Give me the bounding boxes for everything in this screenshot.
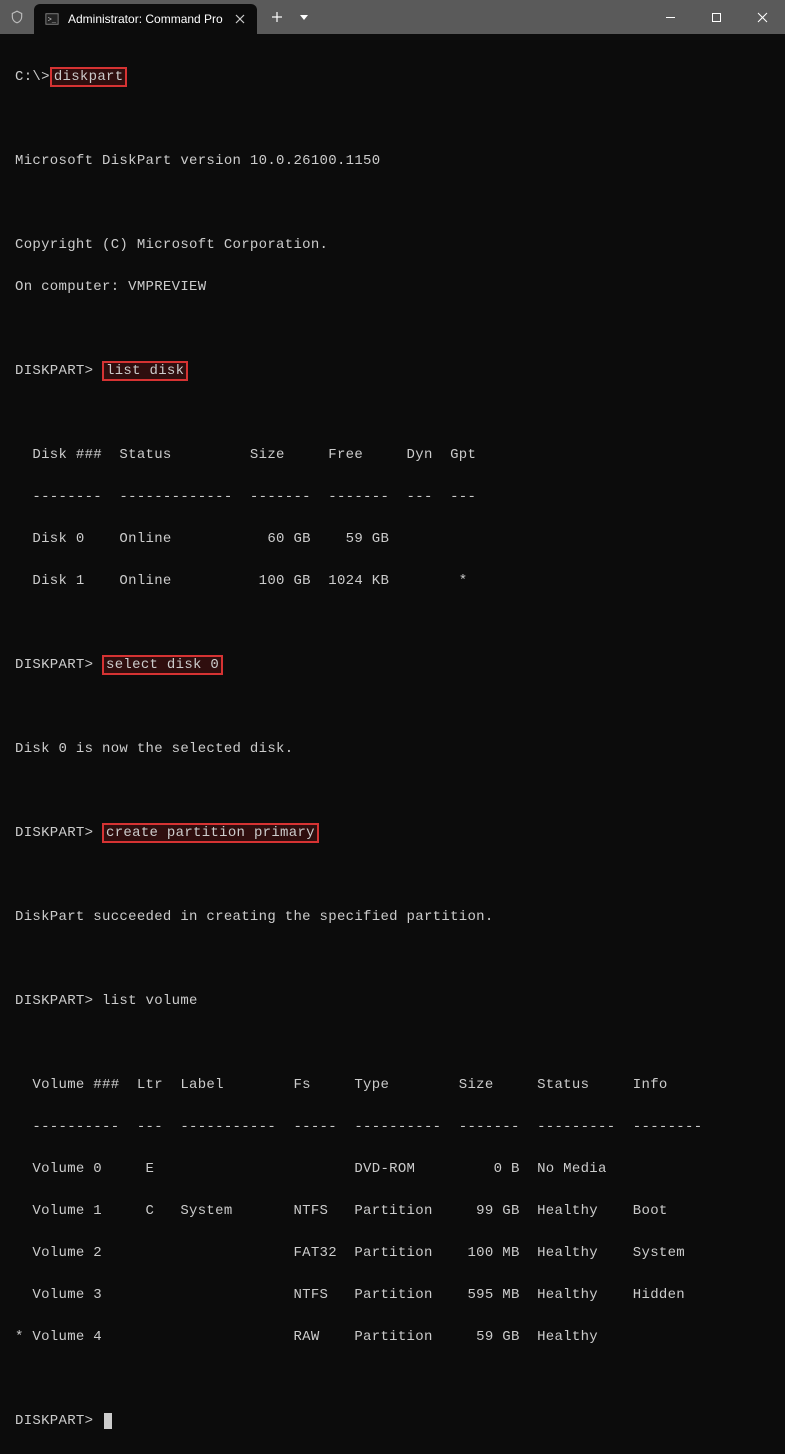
disk-row-0: Disk 0 Online 60 GB 59 GB	[15, 529, 770, 550]
blank	[15, 1033, 770, 1054]
cmd-createpartition-highlight: create partition primary	[102, 823, 319, 843]
cmd-diskpart-highlight: diskpart	[50, 67, 128, 87]
terminal-output[interactable]: C:\>diskpart Microsoft DiskPart version …	[0, 34, 785, 1454]
line-listdisk: DISKPART> list disk	[15, 361, 770, 382]
vol-row-1: Volume 1 C System NTFS Partition 99 GB H…	[15, 1201, 770, 1222]
line-createpart: DISKPART> create partition primary	[15, 823, 770, 844]
svg-text:>_: >_	[48, 17, 57, 25]
blank	[15, 403, 770, 424]
maximize-button[interactable]	[693, 0, 739, 34]
blank	[15, 613, 770, 634]
vol-row-2: Volume 2 FAT32 Partition 100 MB Healthy …	[15, 1243, 770, 1264]
window-controls	[647, 0, 785, 34]
blank	[15, 697, 770, 718]
tab-close-icon[interactable]	[231, 10, 249, 28]
tab-active[interactable]: >_ Administrator: Command Pro	[34, 4, 257, 34]
cmd-icon: >_	[44, 11, 60, 27]
tab-title: Administrator: Command Pro	[68, 12, 223, 26]
tab-dropdown-icon[interactable]	[291, 3, 317, 31]
cmd-listdisk-highlight: list disk	[102, 361, 188, 381]
line-copyright: Copyright (C) Microsoft Corporation.	[15, 235, 770, 256]
vol-row-4: * Volume 4 RAW Partition 59 GB Healthy	[15, 1327, 770, 1348]
vol-header: Volume ### Ltr Label Fs Type Size Status…	[15, 1075, 770, 1096]
disk-header: Disk ### Status Size Free Dyn Gpt	[15, 445, 770, 466]
line-prompt1: C:\>diskpart	[15, 67, 770, 88]
vol-divider: ---------- --- ----------- ----- -------…	[15, 1117, 770, 1138]
disk-divider: -------- ------------- ------- ------- -…	[15, 487, 770, 508]
blank	[15, 1369, 770, 1390]
line-selectdisk: DISKPART> select disk 0	[15, 655, 770, 676]
vol-row-0: Volume 0 E DVD-ROM 0 B No Media	[15, 1159, 770, 1180]
blank	[15, 865, 770, 886]
line-listvolume: DISKPART> list volume	[15, 991, 770, 1012]
close-button[interactable]	[739, 0, 785, 34]
line-created-msg: DiskPart succeeded in creating the speci…	[15, 907, 770, 928]
blank	[15, 109, 770, 130]
blank	[15, 319, 770, 340]
vol-row-3: Volume 3 NTFS Partition 595 MB Healthy H…	[15, 1285, 770, 1306]
new-tab-button[interactable]	[263, 3, 291, 31]
cmd-selectdisk-highlight: select disk 0	[102, 655, 223, 675]
line-selected-msg: Disk 0 is now the selected disk.	[15, 739, 770, 760]
disk-row-1: Disk 1 Online 100 GB 1024 KB *	[15, 571, 770, 592]
line-final-prompt: DISKPART>	[15, 1411, 770, 1432]
line-version: Microsoft DiskPart version 10.0.26100.11…	[15, 151, 770, 172]
blank	[15, 781, 770, 802]
line-computer: On computer: VMPREVIEW	[15, 277, 770, 298]
minimize-button[interactable]	[647, 0, 693, 34]
titlebar-left: >_ Administrator: Command Pro	[0, 0, 317, 34]
cursor	[104, 1413, 112, 1429]
shield-icon[interactable]	[0, 0, 34, 34]
titlebar: >_ Administrator: Command Pro	[0, 0, 785, 34]
blank	[15, 949, 770, 970]
blank	[15, 193, 770, 214]
